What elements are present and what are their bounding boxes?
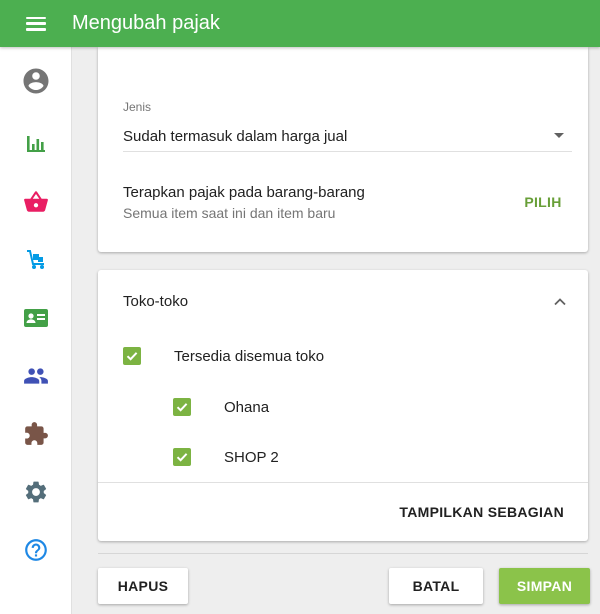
checkmark-icon	[176, 453, 188, 462]
divider	[98, 482, 588, 483]
choose-items-button[interactable]: PILIH	[508, 185, 578, 219]
type-select[interactable]: Sudah termasuk dalam harga jual	[123, 121, 572, 152]
settings-gear-icon	[25, 481, 47, 503]
hand-truck-icon	[27, 250, 44, 269]
divider	[98, 553, 588, 554]
account-circle-icon	[23, 68, 49, 94]
menu-button[interactable]	[0, 0, 72, 47]
bar-chart-icon	[27, 136, 45, 152]
shopping-basket-icon	[24, 191, 48, 212]
hamburger-menu-icon	[26, 16, 46, 31]
sidebar-item-account[interactable]	[0, 57, 72, 105]
checkbox-store-shop-2[interactable]	[173, 448, 191, 466]
sidebar-item-help[interactable]	[0, 526, 72, 574]
all-stores-label: Tersedia disemua toko	[174, 347, 325, 365]
stores-card: Toko-toko Tersedia disemua toko Ohana SH…	[98, 270, 588, 541]
sidebar-item-employees[interactable]	[0, 294, 72, 342]
checkmark-icon	[176, 403, 188, 412]
checkbox-store-ohana[interactable]	[173, 398, 191, 416]
checkbox-all-stores[interactable]	[123, 347, 141, 365]
sidebar-item-inventory[interactable]	[0, 236, 72, 284]
type-select-value: Sudah termasuk dalam harga jual	[123, 128, 348, 145]
page-title: Mengubah pajak	[72, 12, 220, 34]
sidebar-item-customers[interactable]	[0, 352, 72, 400]
show-some-button[interactable]: TAMPILKAN SEBAGIAN	[387, 496, 576, 528]
type-label: Jenis	[123, 100, 152, 114]
checkmark-icon	[126, 352, 138, 361]
apply-tax-title: Terapkan pajak pada barang-barang	[123, 184, 365, 201]
contact-card-icon	[24, 309, 48, 327]
cancel-button[interactable]: BATAL	[389, 568, 483, 604]
store-checkbox-row[interactable]: SHOP 2	[173, 448, 279, 466]
sidebar-item-settings[interactable]	[0, 468, 72, 516]
store-checkbox-row[interactable]: Ohana	[173, 398, 269, 416]
puzzle-piece-icon	[25, 422, 48, 445]
people-icon	[24, 368, 48, 384]
chevron-up-icon	[554, 298, 566, 306]
save-button[interactable]: SIMPAN	[499, 568, 590, 604]
help-circle-icon	[25, 539, 47, 561]
all-stores-checkbox-row[interactable]: Tersedia disemua toko	[123, 347, 324, 365]
store-name: Ohana	[224, 398, 270, 416]
delete-button[interactable]: HAPUS	[98, 568, 188, 604]
app-bar: Mengubah pajak	[0, 0, 600, 47]
tax-settings-card: Jenis Sudah termasuk dalam harga jual Te…	[98, 47, 588, 252]
sidebar-item-sales[interactable]	[0, 178, 72, 226]
sidebar-item-reports[interactable]	[0, 120, 72, 168]
sidebar	[0, 47, 72, 614]
stores-section-title: Toko-toko	[123, 293, 189, 310]
dropdown-arrow-icon	[554, 133, 564, 138]
collapse-button[interactable]	[548, 290, 572, 314]
store-name: SHOP 2	[224, 448, 279, 466]
apply-tax-subtitle: Semua item saat ini dan item baru	[123, 205, 336, 221]
sidebar-item-integrations[interactable]	[0, 410, 72, 458]
